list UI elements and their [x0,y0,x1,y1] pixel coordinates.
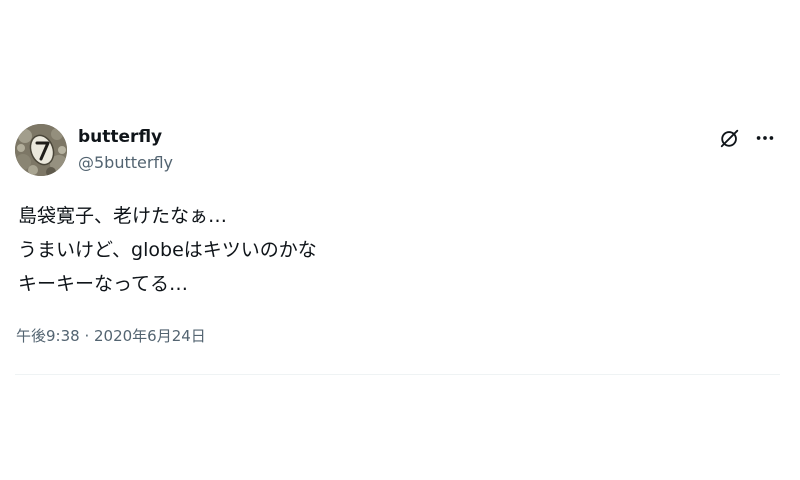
grok-button[interactable] [718,126,742,150]
more-horizontal-icon [756,136,774,140]
tweet-text: 島袋寛子、老けたなぁ… うまいけど、globeはキツいのかな キーキーなってる… [18,199,317,301]
more-options-button[interactable] [753,126,777,150]
grok-icon [720,129,739,148]
tweet-timestamp[interactable]: 午後9:38 · 2020年6月24日 [16,325,206,346]
tweet-card: butterfly @5butterfly 島袋寛子、老けたなぁ… うまいけど、… [15,117,780,377]
author-display-name[interactable]: butterfly [78,127,162,147]
tweet-text-line: うまいけど、globeはキツいのかな [18,239,317,261]
avatar[interactable] [15,124,67,176]
tweet-text-line: 島袋寛子、老けたなぁ… [18,205,228,227]
avatar-image [15,124,67,176]
tweet-text-line: キーキーなってる… [18,273,189,295]
author-handle[interactable]: @5butterfly [78,153,173,172]
divider [15,374,780,375]
